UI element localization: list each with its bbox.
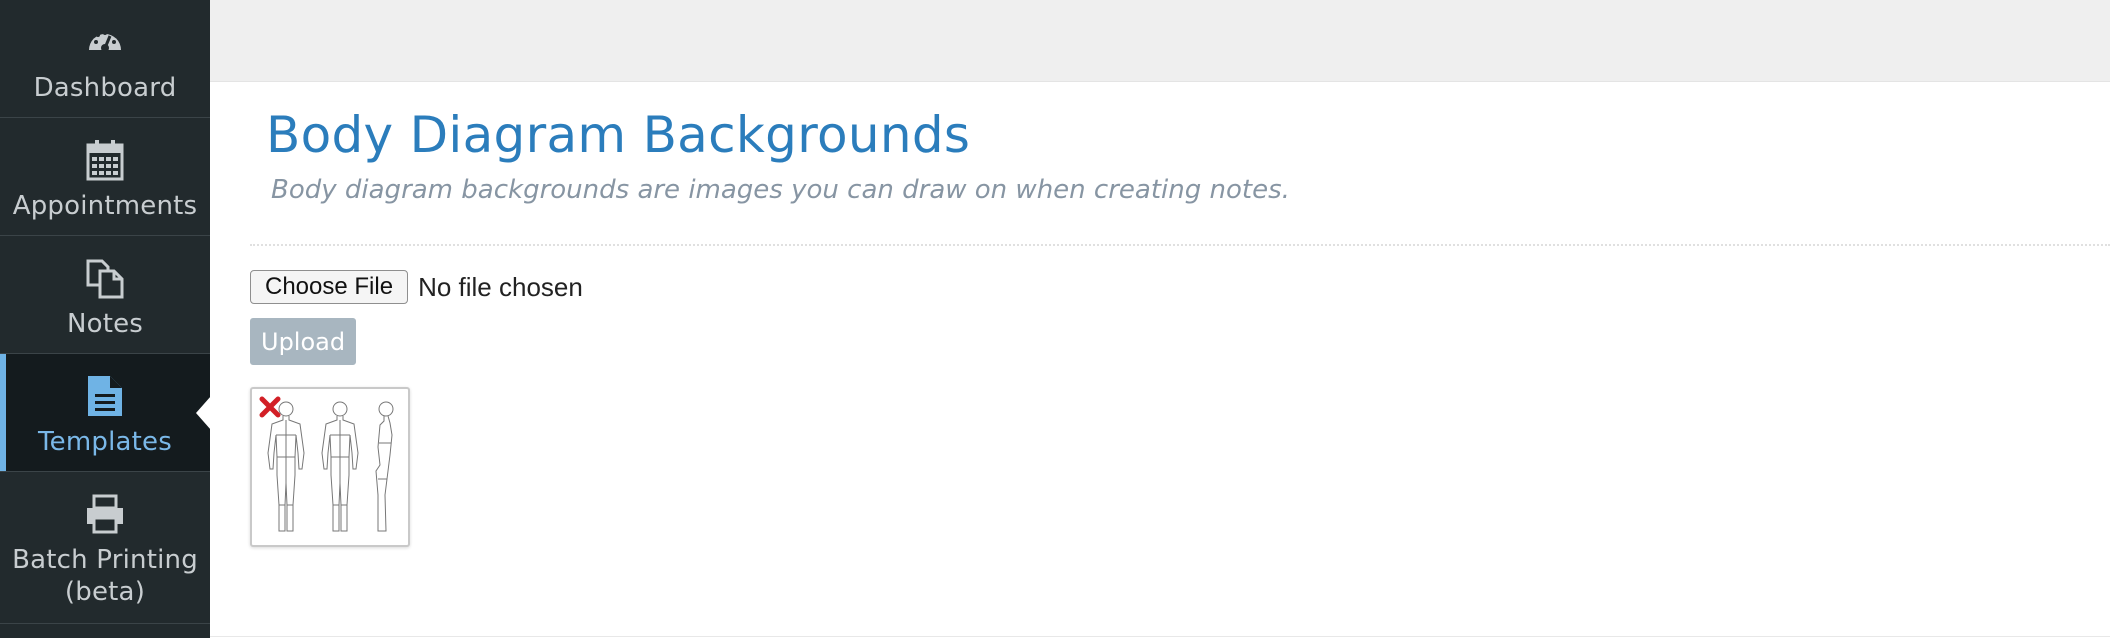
- delete-icon[interactable]: [258, 395, 282, 419]
- sidebar-item-batch-printing[interactable]: Batch Printing (beta): [0, 472, 210, 624]
- page-subtitle: Body diagram backgrounds are images you …: [271, 175, 1290, 205]
- sidebar-item-label: Dashboard: [33, 73, 177, 103]
- choose-file-button[interactable]: Choose File: [250, 270, 409, 304]
- sidebar-item-dashboard[interactable]: Dashboard: [0, 0, 210, 118]
- sidebar-item-templates[interactable]: Templates: [0, 354, 211, 472]
- notes-icon: [83, 256, 127, 300]
- file-status-text: No file chosen: [418, 271, 583, 302]
- calendar-icon: [83, 138, 127, 182]
- sidebar-item-label: Batch Printing (beta): [12, 544, 198, 608]
- print-icon: [83, 492, 127, 536]
- sidebar-item-label: Notes: [66, 309, 144, 339]
- sidebar-item-label-line2: (beta): [64, 577, 146, 607]
- dashboard-icon: [83, 20, 127, 64]
- sidebar-item-label: Appointments: [12, 191, 198, 221]
- body-diagram-thumbnail[interactable]: [250, 387, 410, 547]
- sidebar-item-appointments[interactable]: Appointments: [0, 118, 210, 236]
- page-title: Body Diagram Backgrounds: [266, 106, 971, 164]
- upload-button[interactable]: Upload: [250, 318, 357, 365]
- bottom-border: [210, 636, 2110, 637]
- sidebar-item-label: Templates: [38, 427, 172, 457]
- top-bar: [210, 0, 2110, 82]
- sidebar: Dashboard Appointments Notes Templates B…: [0, 0, 211, 638]
- divider: [250, 244, 2110, 246]
- file-text-icon: [83, 374, 127, 418]
- sidebar-item-label-line1: Batch Printing: [12, 545, 198, 575]
- main-content: Body Diagram Backgrounds Body diagram ba…: [210, 82, 2110, 638]
- sidebar-item-notes[interactable]: Notes: [0, 236, 210, 354]
- file-input: Choose File No file chosen: [250, 270, 583, 304]
